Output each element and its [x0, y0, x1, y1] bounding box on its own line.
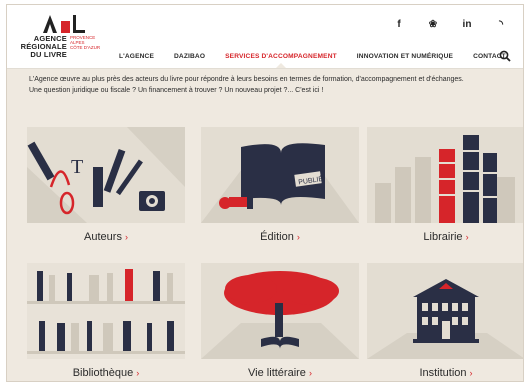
search-icon[interactable] — [499, 50, 511, 62]
logo-line: DU LIVRE — [30, 50, 67, 59]
svg-text:T: T — [71, 156, 83, 178]
card-label-text: Édition — [260, 231, 294, 243]
chevron-right-icon: › — [124, 232, 128, 242]
card-librairie[interactable]: Librairie › — [367, 127, 523, 243]
writing-tools-icon: T — [27, 127, 185, 223]
card-vie-litteraire[interactable]: Vie littéraire › — [201, 263, 359, 379]
card-institution[interactable]: Institution › — [367, 263, 523, 379]
card-label-text: Bibliothèque — [72, 367, 134, 379]
card-edition[interactable]: PUBLIÉ Édition › — [201, 127, 359, 243]
chevron-right-icon: › — [308, 368, 312, 378]
chevron-right-icon: › — [465, 232, 469, 242]
nav-item-innovation[interactable]: INNOVATION ET NUMÉRIQUE — [357, 53, 453, 60]
site-logo[interactable]: AGENCE RÉGIONALE DU LIVRE PROVENCE ALPES… — [17, 15, 117, 63]
vie-litteraire-illustration — [201, 263, 359, 359]
card-label-text: Auteurs — [84, 231, 122, 243]
bookshelf-icon — [27, 263, 185, 359]
logo-text: AGENCE RÉGIONALE DU LIVRE — [17, 35, 67, 59]
nav-item-dazibao[interactable]: DAZIBAO — [174, 53, 205, 60]
chevron-right-icon: › — [469, 368, 473, 378]
nav-item-services[interactable]: SERVICES D'ACCOMPAGNEMENT — [225, 53, 337, 68]
linkedin-icon[interactable]: in — [461, 19, 473, 30]
logo-mark-icon — [43, 15, 85, 33]
chevron-right-icon: › — [296, 232, 300, 242]
auteurs-illustration: T — [27, 127, 185, 223]
card-label[interactable]: Bibliothèque › — [27, 367, 185, 379]
card-label[interactable]: Vie littéraire › — [201, 367, 359, 379]
card-auteurs[interactable]: T Auteurs › — [27, 127, 185, 243]
main-nav: L'AGENCE DAZIBAO SERVICES D'ACCOMPAGNEME… — [119, 53, 523, 68]
card-label[interactable]: Librairie › — [367, 231, 523, 243]
book-stacks-icon — [375, 135, 515, 223]
logo-region-line: CÔTE D'AZUR — [70, 45, 101, 50]
card-label[interactable]: Édition › — [201, 231, 359, 243]
facebook-icon[interactable]: f — [393, 19, 405, 30]
twitter-icon[interactable]: ❀ — [427, 19, 439, 30]
bibliotheque-illustration — [27, 263, 185, 359]
page-frame: AGENCE RÉGIONALE DU LIVRE PROVENCE ALPES… — [6, 4, 524, 382]
site-header: AGENCE RÉGIONALE DU LIVRE PROVENCE ALPES… — [7, 5, 523, 69]
open-book-icon: PUBLIÉ — [201, 143, 359, 223]
librairie-illustration — [367, 127, 523, 223]
card-bibliotheque[interactable]: Bibliothèque › — [27, 263, 185, 379]
card-label-text: Vie littéraire — [248, 367, 306, 379]
nav-item-agence[interactable]: L'AGENCE — [119, 53, 154, 60]
card-label[interactable]: Auteurs › — [27, 231, 185, 243]
rss-icon[interactable]: ◝ — [495, 19, 507, 30]
tree-book-icon — [201, 271, 359, 359]
card-label-text: Librairie — [423, 231, 463, 243]
logo-region: PROVENCE ALPES CÔTE D'AZUR — [70, 35, 100, 50]
chevron-right-icon: › — [136, 368, 140, 378]
building-icon — [367, 279, 523, 359]
intro-text: L'Agence œuvre au plus près des acteurs … — [29, 76, 464, 94]
institution-illustration — [367, 263, 523, 359]
card-label[interactable]: Institution › — [367, 367, 523, 379]
edition-illustration: PUBLIÉ — [201, 127, 359, 223]
social-links: f ❀ in ◝ — [393, 19, 507, 30]
card-label-text: Institution — [419, 367, 467, 379]
